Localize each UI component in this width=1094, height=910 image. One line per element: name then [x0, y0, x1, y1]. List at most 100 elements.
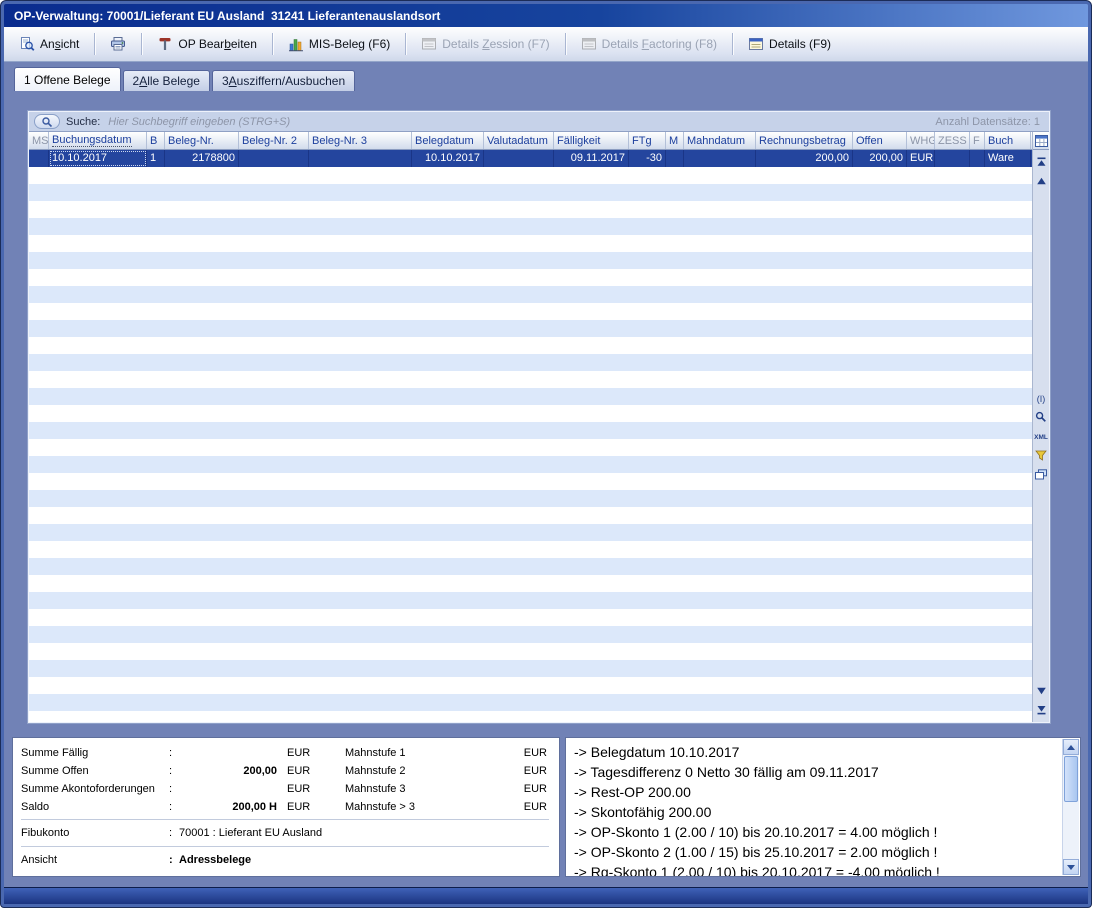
- column-header-label: Valutadatum: [487, 135, 548, 147]
- magnifier-icon[interactable]: [1034, 411, 1048, 423]
- column-header-ms[interactable]: MS: [29, 132, 49, 149]
- scroll-down-icon[interactable]: [1034, 685, 1048, 697]
- column-header-beleg-nr[interactable]: Beleg-Nr.: [165, 132, 239, 149]
- scrollbar-track[interactable]: [1063, 803, 1079, 859]
- scrollbar-down-button[interactable]: [1063, 859, 1079, 875]
- windows-icon[interactable]: [1034, 468, 1048, 480]
- tab-offene-belege[interactable]: 1 Offene Belege: [14, 67, 121, 91]
- filter-icon[interactable]: [1034, 449, 1048, 461]
- table-cell-buchungsdatum: 10.10.2017: [49, 150, 147, 167]
- toolbar-separator: [141, 33, 142, 55]
- mahnstufe-currency: EUR: [515, 783, 549, 795]
- mahnstufe-label: Mahnstufe 3: [345, 783, 457, 795]
- column-header-label: Buchungsdatum: [52, 134, 132, 147]
- search-label: Suche:: [66, 116, 100, 128]
- column-header-label: Beleg-Nr. 3: [312, 135, 367, 147]
- mahnstufe-label: Mahnstufe 1: [345, 747, 457, 759]
- column-header-ftg[interactable]: FTg: [629, 132, 666, 149]
- scroll-bottom-icon[interactable]: [1034, 704, 1048, 716]
- mahnstufe-label: Mahnstufe 2: [345, 765, 457, 777]
- print-button[interactable]: [101, 31, 135, 57]
- grid-header: MSBuchungsdatumBBeleg-Nr.Beleg-Nr. 2Bele…: [29, 132, 1032, 150]
- info-icon[interactable]: (I): [1034, 392, 1048, 404]
- table-cell-b: 1: [147, 150, 165, 167]
- arrow-up-icon: [1067, 745, 1075, 750]
- column-header-f[interactable]: F: [970, 132, 985, 149]
- column-header-label: WHG: [910, 135, 935, 147]
- search-icon[interactable]: [34, 114, 60, 129]
- summary-label: Saldo: [21, 801, 169, 813]
- scrollbar-up-button[interactable]: [1063, 739, 1079, 755]
- tab-alle-belege[interactable]: 2 Alle Belege: [123, 70, 210, 91]
- column-header-offen[interactable]: Offen: [853, 132, 907, 149]
- column-header-label: Mahndatum: [687, 135, 745, 147]
- details-button[interactable]: Details (F9): [739, 31, 840, 57]
- column-header-label: ZESS: [938, 135, 967, 147]
- summary-divider: [21, 846, 549, 847]
- summary-value: 200,00: [179, 765, 277, 777]
- table-cell-rechnungsbetrag: 200,00: [756, 150, 853, 167]
- fibukonto-colon: :: [169, 827, 179, 839]
- details-line: -> Skontofähig 200.00: [574, 802, 1054, 822]
- column-header-label: F: [973, 135, 980, 147]
- details-scrollbar[interactable]: [1062, 739, 1079, 875]
- mis-beleg-button[interactable]: MIS-Beleg (F6): [279, 31, 399, 57]
- fibukonto-row: Fibukonto : 70001 : Lieferant EU Ausland: [21, 823, 549, 843]
- details-panel: -> Belegdatum 10.10.2017-> Tagesdifferen…: [565, 737, 1081, 877]
- ansicht-value: Adressbelege: [179, 854, 549, 866]
- bar-chart-icon: [288, 36, 304, 52]
- summary-colon: :: [169, 747, 179, 759]
- search-bar: Suche: Anzahl Datensätze: 1: [29, 112, 1049, 132]
- summary-value: 200,00 H: [179, 801, 277, 813]
- tab-ausziffern-ausbuchen[interactable]: 3 Ausziffern/Ausbuchen: [212, 70, 355, 91]
- fibukonto-label: Fibukonto: [21, 827, 169, 839]
- column-header-belegdatum[interactable]: Belegdatum: [412, 132, 484, 149]
- summary-row: Summe Offen:200,00EURMahnstufe 2EUR: [21, 762, 549, 780]
- column-header-whg[interactable]: WHG: [907, 132, 935, 149]
- table-row[interactable]: 10.10.20171217880010.10.201709.11.2017-3…: [29, 150, 1032, 167]
- toolbar: Ansicht OP Bearbeiten MIS-Beleg (F6) Detail…: [4, 27, 1088, 62]
- column-header-buch[interactable]: Buch: [985, 132, 1031, 149]
- column-chooser-icon[interactable]: [1033, 132, 1049, 150]
- status-bar: [4, 887, 1088, 904]
- details-lines: -> Belegdatum 10.10.2017-> Tagesdifferen…: [574, 742, 1054, 877]
- table-cell-zess: [935, 150, 970, 167]
- scroll-up-icon[interactable]: [1034, 175, 1048, 187]
- column-header-label: Rechnungsbetrag: [759, 135, 846, 147]
- column-header-zess[interactable]: ZESS: [935, 132, 970, 149]
- column-header-fälligkeit[interactable]: Fälligkeit: [554, 132, 629, 149]
- column-header-beleg-nr-3[interactable]: Beleg-Nr. 3: [309, 132, 412, 149]
- column-header-label: Offen: [856, 135, 883, 147]
- column-header-m[interactable]: M: [666, 132, 684, 149]
- op-bearbeiten-button[interactable]: OP Bearbeiten: [148, 31, 266, 57]
- ansicht-button[interactable]: Ansicht: [10, 31, 88, 57]
- summary-currency: EUR: [277, 747, 329, 759]
- column-header-mahndatum[interactable]: Mahndatum: [684, 132, 756, 149]
- table-cell-beleg-nr-2: [239, 150, 309, 167]
- summary-colon: :: [169, 783, 179, 795]
- column-header-valutadatum[interactable]: Valutadatum: [484, 132, 554, 149]
- scroll-top-icon[interactable]: [1034, 156, 1048, 168]
- strip-top-group: [1034, 150, 1048, 193]
- zession-icon: [421, 36, 437, 52]
- column-header-b[interactable]: B: [147, 132, 165, 149]
- xml-icon[interactable]: XML: [1034, 430, 1048, 442]
- column-header-rechnungsbetrag[interactable]: Rechnungsbetrag: [756, 132, 853, 149]
- ansicht-label: Ansicht: [21, 854, 169, 866]
- title-bar[interactable]: OP-Verwaltung: 70001/Lieferant EU Auslan…: [4, 4, 1088, 27]
- ansicht-button-label: Ansicht: [40, 37, 79, 51]
- details-line: -> OP-Skonto 1 (2.00 / 10) bis 20.10.201…: [574, 822, 1054, 842]
- table-cell-ms: [29, 150, 49, 167]
- table-cell-m: [666, 150, 684, 167]
- svg-text:XML: XML: [1034, 434, 1048, 441]
- ansicht-row: Ansicht : Adressbelege: [21, 850, 549, 870]
- summary-panel: Summe Fällig:EURMahnstufe 1EURSumme Offe…: [12, 737, 560, 877]
- printer-icon: [110, 36, 126, 52]
- column-header-beleg-nr-2[interactable]: Beleg-Nr. 2: [239, 132, 309, 149]
- column-header-label: M: [669, 135, 678, 147]
- record-count: Anzahl Datensätze: 1: [935, 116, 1044, 128]
- column-header-buchungsdatum[interactable]: Buchungsdatum: [49, 132, 147, 149]
- search-input[interactable]: [106, 115, 536, 129]
- scrollbar-thumb[interactable]: [1064, 756, 1078, 802]
- table-cell-ftg: -30: [629, 150, 666, 167]
